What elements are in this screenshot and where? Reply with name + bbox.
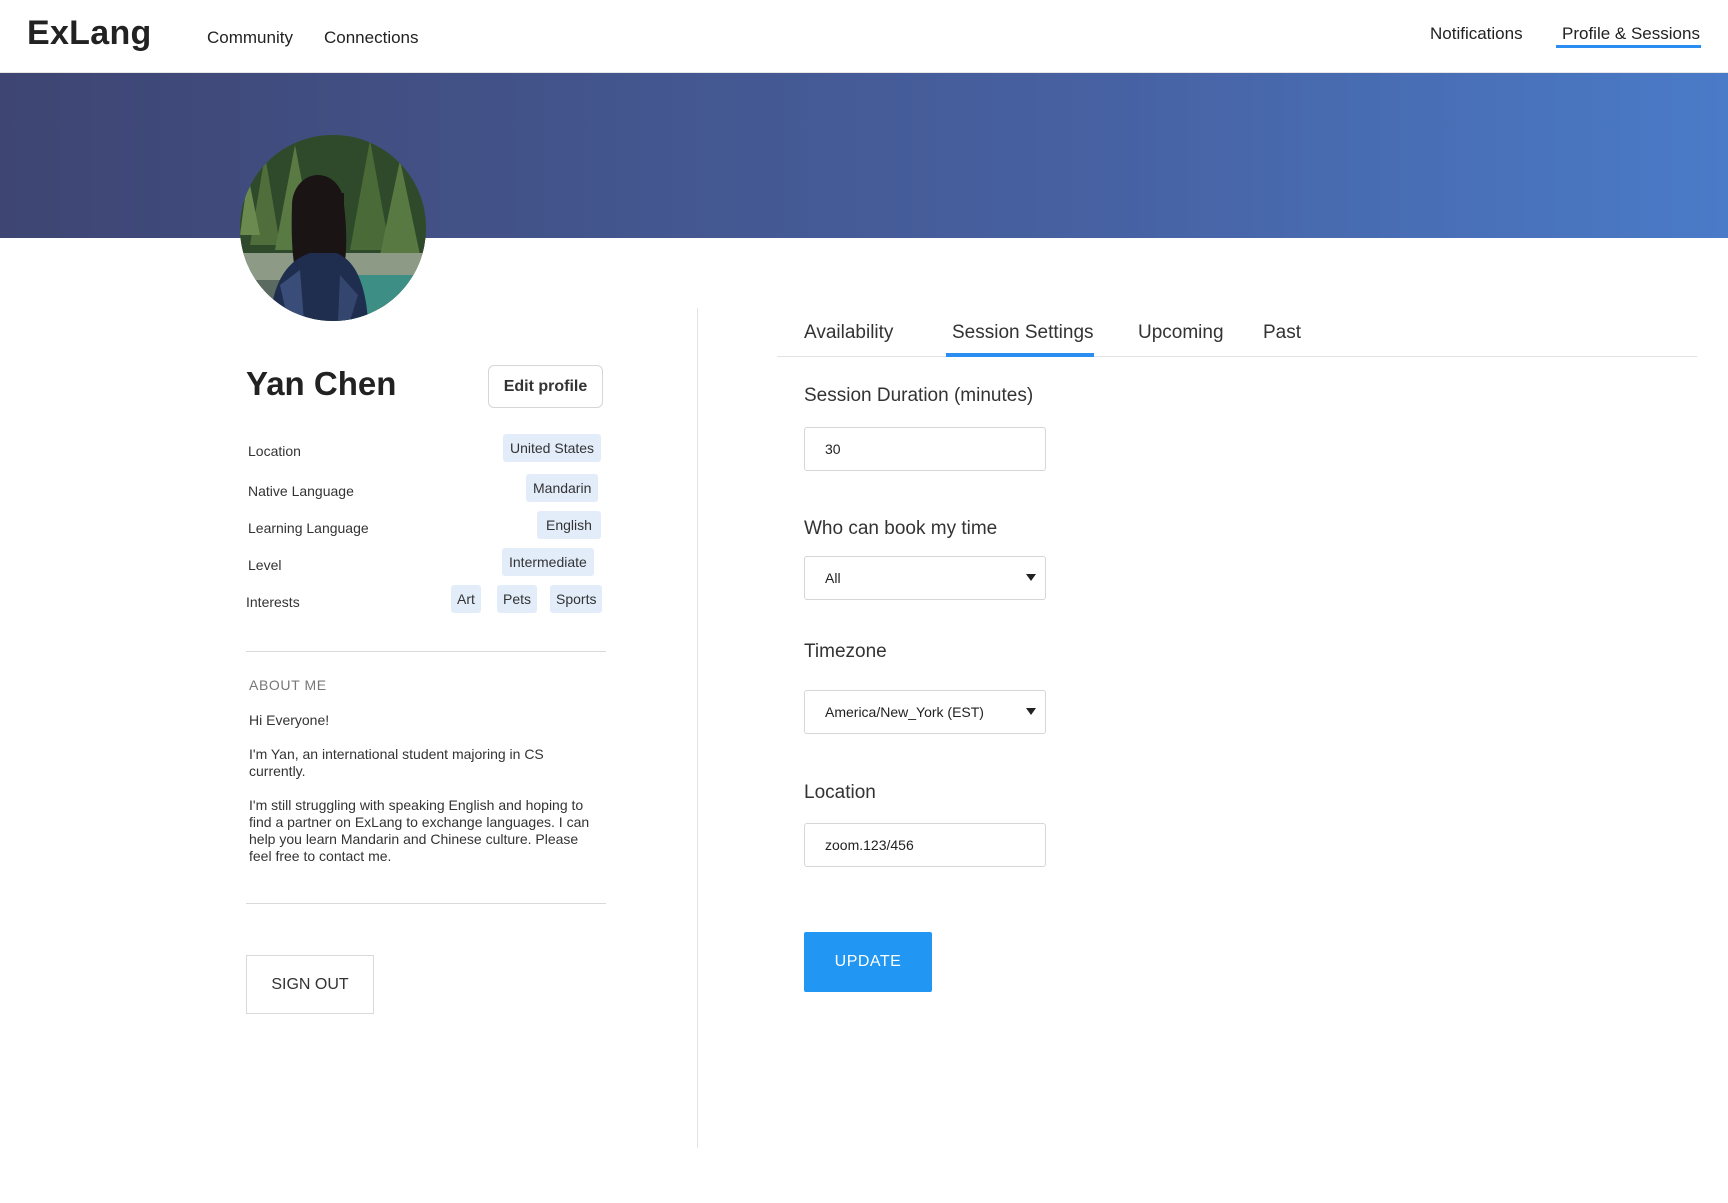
interest-chip-art: Art [451,585,481,613]
nav-link-profile-sessions[interactable]: Profile & Sessions [1562,24,1700,44]
divider-bottom [246,903,606,904]
native-language-chip: Mandarin [526,474,599,502]
location-value: zoom.123/456 [825,837,914,853]
nav-link-notifications[interactable]: Notifications [1430,24,1523,44]
tab-past[interactable]: Past [1263,322,1301,344]
top-navbar: ExLang Community Connections Notificatio… [0,0,1728,73]
native-language-label: Native Language [248,483,354,499]
interests-label: Interests [246,594,300,610]
who-can-book-label: Who can book my time [804,518,998,539]
location-chip: United States [503,434,602,462]
about-me-heading: ABOUT ME [249,677,327,693]
interest-chip-sports: Sports [550,585,603,613]
location-field-label: Location [804,782,876,803]
session-duration-label: Session Duration (minutes) [804,385,1034,406]
chevron-down-icon [1026,574,1036,581]
tab-upcoming[interactable]: Upcoming [1138,322,1224,344]
location-input[interactable]: zoom.123/456 [804,823,1046,867]
session-duration-input[interactable]: 30 [804,427,1046,471]
timezone-select[interactable]: America/New_York (EST) [804,690,1046,734]
level-label: Level [248,557,282,573]
sign-out-button[interactable]: SIGN OUT [246,955,374,1014]
interest-chip-pets: Pets [497,585,538,613]
column-separator [697,308,698,1148]
nav-link-connections[interactable]: Connections [324,28,419,48]
about-paragraph-2: I'm Yan, an international student majori… [249,746,544,779]
about-paragraph-1: Hi Everyone! [249,712,330,728]
active-tab-indicator [946,353,1094,357]
tab-session-settings[interactable]: Session Settings [952,322,1094,344]
update-button[interactable]: UPDATE [804,932,932,992]
timezone-value: America/New_York (EST) [825,704,984,720]
about-paragraph-3: I'm still struggling with speaking Engli… [249,797,590,864]
tabs-baseline [777,356,1697,357]
tab-availability[interactable]: Availability [804,322,893,344]
divider-top [246,651,606,652]
level-chip: Intermediate [502,548,594,576]
session-duration-value: 30 [825,441,841,457]
avatar-photo [240,135,426,321]
learning-language-label: Learning Language [248,520,369,536]
who-can-book-select[interactable]: All [804,556,1046,600]
profile-name: Yan Chen [246,365,397,402]
learning-language-chip: English [537,511,601,539]
location-label: Location [248,443,301,459]
edit-profile-button[interactable]: Edit profile [488,365,603,408]
timezone-label: Timezone [804,641,887,662]
nav-link-community[interactable]: Community [207,28,293,48]
avatar [240,135,426,321]
who-can-book-value: All [825,570,841,586]
app-logo[interactable]: ExLang [27,14,152,53]
chevron-down-icon [1026,708,1036,715]
active-nav-indicator [1556,45,1701,48]
